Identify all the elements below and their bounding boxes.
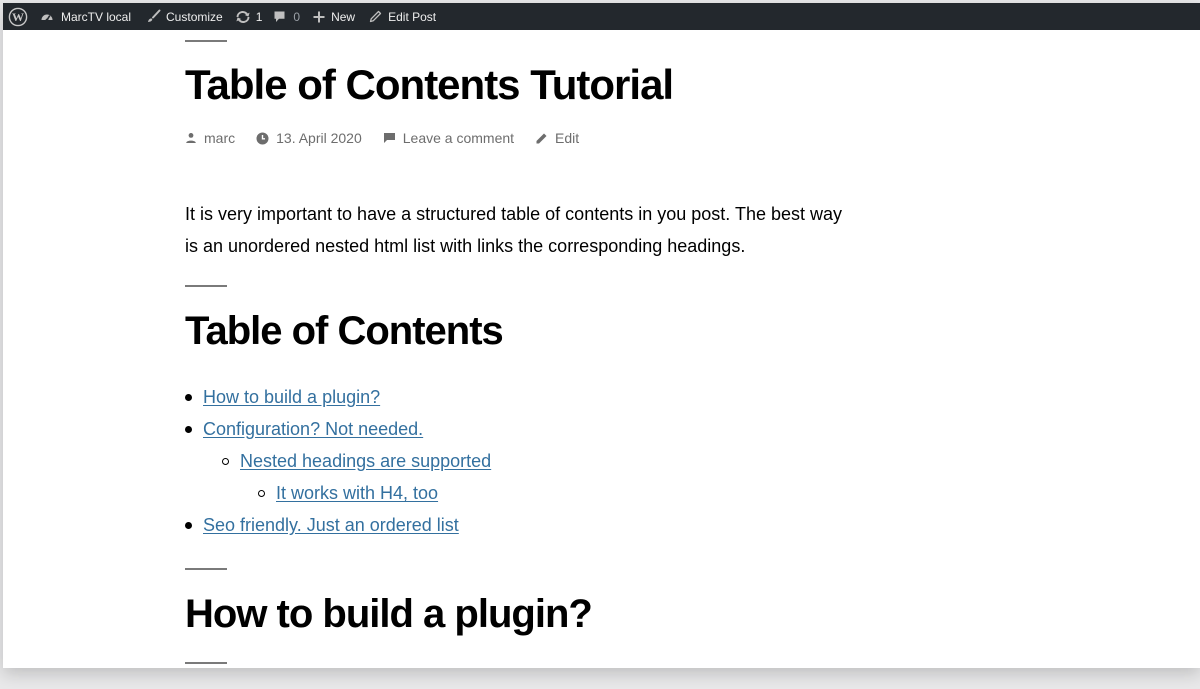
toc-link[interactable]: Nested headings are supported [240, 451, 491, 471]
comments-link[interactable]: 0 [273, 3, 300, 30]
toc-link[interactable]: Seo friendly. Just an ordered list [203, 515, 459, 535]
post-author: marc [185, 130, 235, 146]
section-heading: How to build a plugin? [185, 592, 593, 636]
separator [185, 40, 227, 42]
site-name: MarcTV local [61, 9, 132, 24]
update-icon [236, 10, 250, 23]
plus-icon [313, 11, 325, 22]
intro-paragraph: It is very important to have a structure… [185, 204, 843, 256]
toc-item: Configuration? Not needed. [185, 413, 491, 445]
post-edit: Edit [535, 130, 579, 146]
leave-comment-link[interactable]: Leave a comment [403, 130, 514, 146]
separator [185, 568, 227, 570]
updates-link[interactable]: 1 [235, 3, 263, 30]
pencil-icon [369, 10, 382, 23]
edit-post-label: Edit Post [388, 9, 437, 24]
clock-icon [256, 132, 269, 144]
toc-link[interactable]: It works with H4, too [276, 483, 438, 503]
bullet [185, 426, 192, 433]
post-date: 13. April 2020 [256, 130, 362, 146]
toc-item: Seo friendly. Just an ordered list [185, 509, 491, 541]
toc-item: How to build a plugin? [185, 381, 491, 413]
bullet [258, 490, 265, 497]
edit-link[interactable]: Edit [555, 130, 579, 146]
edit-post-link[interactable]: Edit Post [369, 3, 436, 30]
edit-pencil-icon [536, 133, 547, 143]
site-name-menu[interactable]: MarcTV local [40, 3, 131, 30]
new-label: New [331, 9, 356, 24]
separator [185, 285, 227, 287]
toc-link[interactable]: Configuration? Not needed. [203, 419, 423, 439]
browser-window: W MarcTV local Customize 1 0 New Edit Po… [3, 3, 1200, 668]
date-link[interactable]: 13. April 2020 [276, 130, 362, 146]
toc-list: How to build a plugin? Configuration? No… [185, 381, 491, 541]
comments-count: 0 [293, 9, 301, 24]
toc-heading: Table of Contents [185, 309, 504, 353]
updates-count: 1 [255, 9, 263, 24]
bullet [185, 394, 192, 401]
author-link[interactable]: marc [204, 130, 235, 146]
svg-text:W: W [12, 10, 24, 24]
person-icon [186, 133, 196, 143]
toc-item: It works with H4, too [185, 477, 491, 509]
wordpress-logo-icon: W [8, 7, 28, 26]
wp-admin-bar: W MarcTV local Customize 1 0 New Edit Po… [3, 3, 1200, 30]
post-comments: Leave a comment [383, 130, 514, 146]
toc-item: Nested headings are supported [185, 445, 491, 477]
bullet [185, 522, 192, 529]
bullet [222, 458, 229, 465]
comment-bubble-icon [274, 11, 285, 22]
toc-link[interactable]: How to build a plugin? [203, 387, 380, 407]
wp-logo-menu[interactable]: W [4, 3, 32, 30]
paintbrush-icon [148, 9, 161, 22]
dashboard-icon [41, 14, 53, 21]
new-content-menu[interactable]: New [313, 3, 355, 30]
post-meta: marc 13. April 2020 Leave a comment Edit [185, 130, 579, 146]
separator [185, 662, 227, 664]
comment-icon [383, 133, 395, 143]
customize-label: Customize [166, 9, 223, 24]
customize-link[interactable]: Customize [146, 3, 223, 30]
post-title: Table of Contents Tutorial [185, 61, 674, 108]
